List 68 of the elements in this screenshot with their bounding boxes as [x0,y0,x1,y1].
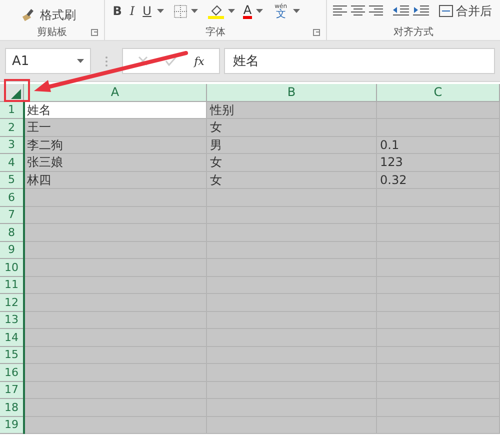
table-cell: 女 [207,154,377,172]
row-header[interactable]: 5 [0,172,24,189]
row-header[interactable]: 7 [0,206,24,224]
column-header[interactable]: C [377,84,500,102]
dropdown-caret-icon [77,59,84,63]
select-all-triangle-icon [11,88,21,98]
drag-handle-icon[interactable] [105,56,108,66]
cancel-icon[interactable] [138,56,148,66]
row-header[interactable]: 2 [0,119,24,136]
check-icon[interactable] [164,56,177,66]
insert-function-button[interactable]: fx [194,54,204,68]
table-cell: 0.1 [377,136,500,154]
dropdown-caret-icon[interactable] [191,9,198,13]
borders-icon[interactable] [174,4,188,18]
row-header[interactable]: 11 [0,276,24,294]
dialog-launcher-icon[interactable] [313,28,320,36]
merge-button[interactable]: 合并后 [437,2,494,20]
column-header[interactable]: B [207,84,377,102]
table-cell: 0.32 [377,172,500,189]
format-painter-button[interactable]: 格式刷 [20,6,78,24]
table-cell: 王一 [24,119,207,136]
underline-button[interactable]: U [140,4,154,18]
row-header[interactable]: 18 [0,399,24,416]
align-left-icon[interactable] [333,5,347,17]
group-label: 字体 [205,26,226,39]
dropdown-caret-icon[interactable] [228,9,236,13]
highlight-frame [4,79,30,102]
dropdown-caret-icon[interactable] [157,9,164,13]
row-header[interactable]: 19 [0,416,24,434]
row-header[interactable]: 6 [0,189,24,206]
row-header[interactable]: 12 [0,294,24,312]
table-cell: 性别 [207,102,377,119]
font-color-button[interactable]: A [243,4,252,18]
increase-indent-icon[interactable] [413,5,429,17]
table-cell: 男 [207,136,377,154]
row-header[interactable]: 1 [0,102,24,119]
decrease-indent-icon[interactable] [393,5,409,17]
row-header[interactable]: 10 [0,259,24,276]
table-cell: 女 [207,172,377,189]
row-header[interactable]: 4 [0,154,24,172]
table-cell: 123 [377,154,500,172]
column-header[interactable]: A [24,84,207,102]
align-right-icon[interactable] [369,5,383,17]
dropdown-caret-icon[interactable] [293,9,300,13]
row-header[interactable]: 15 [0,346,24,364]
table-cell: 张三娘 [24,154,207,172]
dropdown-caret-icon[interactable] [256,9,263,13]
row-header[interactable]: 13 [0,312,24,329]
italic-button[interactable]: I [128,4,137,18]
group-label: 对齐方式 [394,26,434,39]
fill-color-icon[interactable] [208,3,224,19]
row-header[interactable]: 9 [0,242,24,259]
row-header[interactable]: 16 [0,364,24,382]
align-center-icon[interactable] [351,5,365,17]
table-cell: 姓名 [24,102,207,119]
dialog-launcher-icon[interactable] [90,28,98,36]
name-box[interactable]: A1 [5,48,91,74]
group-label: 剪贴板 [36,26,67,39]
row-header[interactable]: 8 [0,224,24,242]
table-cell: 李二狗 [24,136,207,154]
formula-input[interactable]: 姓名 [224,48,495,74]
bold-button[interactable]: B [110,4,124,18]
table-cell: 女 [207,119,377,136]
row-header[interactable]: 14 [0,329,24,346]
merge-cells-icon [439,5,453,17]
row-header[interactable]: 17 [0,382,24,399]
table-cell: 林四 [24,172,207,189]
row-header[interactable]: 3 [0,136,24,154]
